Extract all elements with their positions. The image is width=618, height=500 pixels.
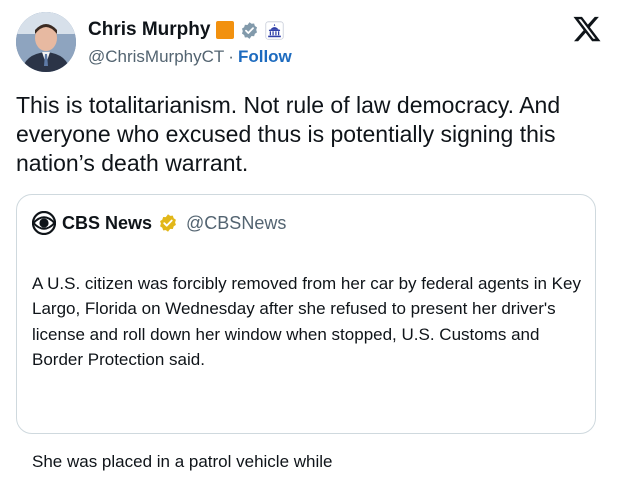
follow-button[interactable]: Follow <box>238 47 292 67</box>
separator-dot: · <box>228 47 234 66</box>
quoted-author-handle[interactable]: @CBSNews <box>186 213 286 234</box>
author-handle[interactable]: @ChrisMurphyCT <box>88 47 224 67</box>
quoted-tweet[interactable]: CBS News @CBSNews A U.S. citizen was for… <box>16 194 596 471</box>
quoted-tweet-text: A U.S. citizen was forcibly removed from… <box>32 245 582 500</box>
verified-badge-icon <box>242 21 258 39</box>
x-logo-icon[interactable] <box>572 14 602 44</box>
government-affiliation-icon <box>265 20 285 40</box>
quoted-author-name[interactable]: CBS News <box>62 213 152 234</box>
author-name[interactable]: Chris Murphy <box>88 19 210 41</box>
quoted-tweet-header: CBS News @CBSNews <box>32 211 286 235</box>
orange-square-badge-icon <box>216 21 235 39</box>
cbs-eye-logo-icon <box>32 211 56 235</box>
quoted-paragraph-2: She was placed in a patrol vehicle while <box>32 451 333 471</box>
avatar[interactable] <box>16 12 76 72</box>
gold-verified-badge-icon <box>160 214 176 232</box>
author-handle-row: @ChrisMurphyCT · Follow <box>88 47 292 67</box>
quoted-paragraph-1: A U.S. citizen was forcibly removed from… <box>32 273 581 370</box>
tweet-text: This is totalitarianism. Not rule of law… <box>16 92 561 176</box>
tweet-header: Chris Murphy @ChrisMurphyCT · Follow <box>16 12 602 76</box>
